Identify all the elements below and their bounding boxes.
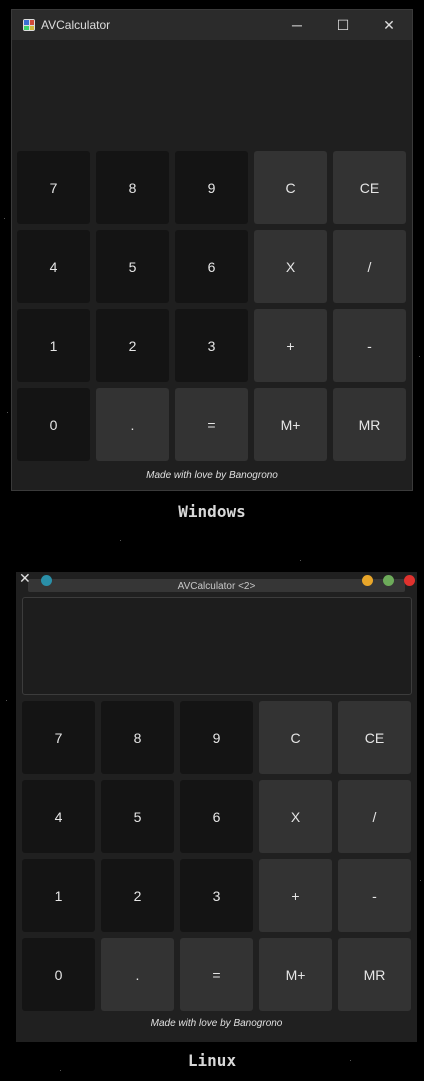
memory-recall-button[interactable]: MR: [338, 938, 411, 1011]
0-button[interactable]: 0: [17, 388, 90, 461]
5-button[interactable]: 5: [101, 780, 174, 853]
star-dot: [419, 356, 420, 357]
multiply-button[interactable]: X: [259, 780, 332, 853]
7-button[interactable]: 7: [22, 701, 95, 774]
6-button[interactable]: 6: [175, 230, 248, 303]
footer-credit: Made with love by Banogrono: [146, 470, 278, 481]
8-button[interactable]: 8: [96, 151, 169, 224]
3-button[interactable]: 3: [180, 859, 253, 932]
windows-calculator-window: AVCalculator ─ ☐ ✕ 7 8 9 C CE 4 5 6 X/ 1 2 3 + - 0. = M+…: [11, 9, 413, 491]
9-button[interactable]: 9: [180, 701, 253, 774]
window-title: AVCalculator <2>: [177, 581, 256, 592]
6-button[interactable]: 6: [180, 780, 253, 853]
title-strip: AVCalculator <2>: [28, 579, 405, 592]
2-button[interactable]: 2: [101, 859, 174, 932]
decimal-button[interactable]: .: [96, 388, 169, 461]
close-button[interactable]: ✕: [366, 10, 412, 40]
5-button[interactable]: 5: [96, 230, 169, 303]
star-dot: [300, 560, 301, 561]
2-button[interactable]: 2: [96, 309, 169, 382]
close-dot-button[interactable]: [404, 575, 415, 586]
4-button[interactable]: 4: [17, 230, 90, 303]
calculator-app-icon: [23, 19, 35, 31]
0-button[interactable]: 0: [22, 938, 95, 1011]
1-button[interactable]: 1: [22, 859, 95, 932]
memory-add-button[interactable]: M+: [259, 938, 332, 1011]
window-controls: ─ ☐ ✕: [274, 10, 412, 40]
memory-add-button[interactable]: M+: [254, 388, 327, 461]
9-button[interactable]: 9: [175, 151, 248, 224]
window-title: AVCalculator: [41, 18, 111, 32]
equals-button[interactable]: =: [180, 938, 253, 1011]
clear-button[interactable]: C: [254, 151, 327, 224]
minimize-dot-button[interactable]: [362, 575, 373, 586]
minus-button[interactable]: -: [338, 859, 411, 932]
3-button[interactable]: 3: [175, 309, 248, 382]
7-button[interactable]: 7: [17, 151, 90, 224]
star-dot: [6, 700, 7, 701]
minimize-icon: ─: [292, 17, 302, 33]
menu-dot-button[interactable]: [41, 575, 52, 586]
memory-recall-button[interactable]: MR: [333, 388, 406, 461]
windows-titlebar[interactable]: AVCalculator ─ ☐ ✕: [12, 10, 412, 40]
star-dot: [120, 540, 121, 541]
maximize-dot-button[interactable]: [383, 575, 394, 586]
multiply-button[interactable]: X: [254, 230, 327, 303]
footer-credit: Made with love by Banogrono: [150, 1018, 283, 1029]
calculator-display: [22, 597, 412, 695]
close-icon: ✕: [383, 16, 395, 33]
keypad: 7 8 9 C CE 4 5 6 X/ 1 2 3 + - 0. = M+ MR: [22, 701, 411, 1011]
star-dot: [60, 1070, 61, 1071]
linux-titlebar[interactable]: AVCalculator <2> ✕: [16, 572, 417, 592]
4-button[interactable]: 4: [22, 780, 95, 853]
star-dot: [7, 412, 8, 413]
minus-button[interactable]: -: [333, 309, 406, 382]
equals-button[interactable]: =: [175, 388, 248, 461]
maximize-button[interactable]: ☐: [320, 10, 366, 40]
keypad: 7 8 9 C CE 4 5 6 X/ 1 2 3 + - 0. = M+ MR: [17, 151, 406, 461]
divide-button[interactable]: /: [333, 230, 406, 303]
8-button[interactable]: 8: [101, 701, 174, 774]
decimal-button[interactable]: .: [101, 938, 174, 1011]
linux-calculator-window: AVCalculator <2> ✕ 7 8 9 C CE 4 5 6 X/ 1 2 3 + - 0. = M+…: [16, 572, 417, 1042]
plus-button[interactable]: +: [254, 309, 327, 382]
divide-button[interactable]: /: [338, 780, 411, 853]
star-dot: [4, 218, 5, 219]
minimize-button[interactable]: ─: [274, 10, 320, 40]
calculator-display: [12, 40, 412, 150]
windows-caption: Windows: [178, 502, 246, 521]
plus-button[interactable]: +: [259, 859, 332, 932]
1-button[interactable]: 1: [17, 309, 90, 382]
close-icon[interactable]: ✕: [19, 572, 33, 586]
clear-entry-button[interactable]: CE: [333, 151, 406, 224]
clear-entry-button[interactable]: CE: [338, 701, 411, 774]
linux-caption: Linux: [187, 1051, 237, 1070]
clear-button[interactable]: C: [259, 701, 332, 774]
star-dot: [420, 880, 421, 881]
maximize-icon: ☐: [336, 16, 350, 33]
